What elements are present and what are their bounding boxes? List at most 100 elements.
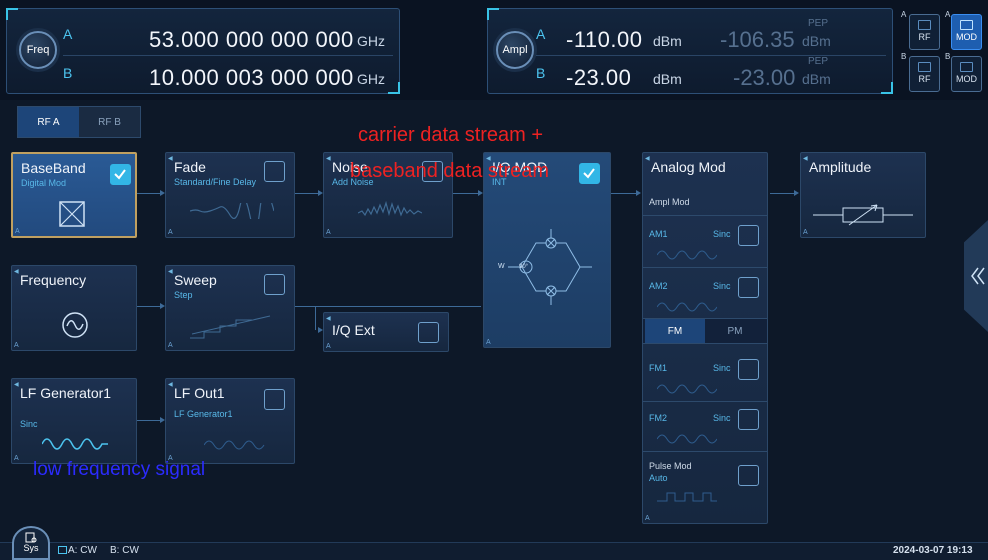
am1-checkbox[interactable] [738, 225, 759, 246]
fade-block[interactable]: ◀ Fade Standard/Fine Delay A [165, 152, 295, 238]
mod-b-corner: B [945, 52, 951, 61]
lf-generator-sub: Sinc [20, 419, 38, 429]
ampl-mod-label: Ampl Mod [649, 197, 690, 207]
rf-b-corner: B [901, 52, 907, 61]
corner-dot-icon: ◀ [326, 316, 331, 322]
frequency-block[interactable]: ◀ Frequency A [11, 265, 137, 351]
ampl-b-pep-unit: dBm [802, 71, 831, 87]
baseband-block[interactable]: BaseBand Digital Mod A [11, 152, 137, 238]
ampl-a-pep-unit: dBm [802, 33, 831, 49]
sine-wave-icon [204, 440, 265, 450]
sine-wave-icon [657, 302, 717, 312]
fm1-value: Sinc [713, 363, 731, 373]
noise-signal-icon [358, 200, 422, 217]
lf-out-title: LF Out1 [174, 385, 225, 401]
divider [643, 451, 767, 452]
freq-b-value[interactable]: 10.000 003 000 000 [149, 65, 354, 91]
pulse-wave-icon [657, 492, 717, 502]
rf-b-button[interactable]: RF [909, 56, 940, 92]
pulse-mod-value: Auto [649, 473, 668, 483]
sine-wave-icon [657, 384, 717, 394]
amplitude-panel[interactable]: Ampl A B -110.00 dBm -106.35 PEP dBm -23… [487, 8, 893, 94]
annotation-lf-signal: low frequency signal [33, 459, 206, 480]
iq-ext-block[interactable]: ◀ I/Q Ext A [323, 312, 449, 352]
fade-title: Fade [174, 159, 206, 175]
arrow-icon [794, 190, 799, 196]
fading-signal-icon [190, 203, 274, 219]
status-channel-b: B: CW [110, 545, 139, 556]
amplitude-block[interactable]: ◀ Amplitude A [800, 152, 926, 238]
wire [315, 306, 316, 330]
wire [295, 306, 481, 307]
divider [643, 215, 767, 216]
baseband-sub: Digital Mod [21, 178, 67, 188]
lf-out-block[interactable]: ◀ LF Out1 LF Generator1 A [165, 378, 295, 464]
wire [611, 193, 639, 194]
am2-value: Sinc [713, 281, 731, 291]
analog-mod-block[interactable]: ◀ Analog Mod Ampl Mod AM1 Sinc AM2 Sinc … [642, 152, 768, 524]
sine-wave-icon [657, 250, 717, 260]
tab-fm[interactable]: FM [645, 319, 705, 343]
corner-dot-icon: ◀ [645, 156, 650, 162]
iq-ext-checkbox[interactable] [418, 322, 439, 343]
rf-tabs: RF A RF B [17, 106, 141, 138]
frequency-title: Frequency [20, 272, 87, 288]
fade-checkbox[interactable] [264, 161, 285, 182]
iq-mod-checkbox[interactable] [579, 163, 600, 184]
corner-dot-icon: ◀ [168, 156, 173, 162]
frequency-panel[interactable]: Freq A B 53.000 000 000 000 GHz 10.000 0… [6, 8, 400, 94]
status-datetime: 2024-03-07 19:13 [893, 545, 973, 556]
fm1-checkbox[interactable] [738, 359, 759, 380]
pulse-mod-label: Pulse Mod [649, 461, 692, 471]
rf-a-label: RF [918, 32, 931, 42]
corner-dot-icon: ◀ [168, 382, 173, 388]
baseband-checkbox[interactable] [110, 164, 131, 185]
lf-generator-block[interactable]: ◀ LF Generator1 Sinc A [11, 378, 137, 464]
corner-dot-icon: ◀ [326, 156, 331, 162]
analog-mod-title: Analog Mod [651, 159, 726, 175]
ampl-knob[interactable]: Ampl [496, 31, 534, 69]
ampl-a-pep-value: -106.35 [720, 27, 795, 52]
ampl-a-value[interactable]: -110.00 [566, 27, 642, 53]
lf-out-checkbox[interactable] [264, 389, 285, 410]
tab-pm[interactable]: PM [705, 319, 765, 343]
freq-divider [63, 55, 393, 56]
corner-dot-icon: ◀ [14, 269, 19, 275]
pulse-mod-checkbox[interactable] [738, 465, 759, 486]
freq-a-value[interactable]: 53.000 000 000 000 [149, 27, 354, 53]
corner-a-icon: A [168, 342, 173, 349]
mod-b-button[interactable]: MOD [951, 56, 982, 92]
status-bar [0, 542, 988, 560]
tab-rf-a[interactable]: RF A [18, 107, 79, 137]
fm-pm-tabs: FM PM [643, 318, 767, 344]
freq-knob[interactable]: Freq [19, 31, 57, 69]
iq-modulator-diagram-icon [508, 229, 592, 305]
double-chevron-left-icon [971, 267, 985, 285]
am1-label: AM1 [649, 229, 668, 239]
corner-a-icon: A [326, 229, 331, 236]
sweep-checkbox[interactable] [264, 274, 285, 295]
corner-a-icon: A [168, 229, 173, 236]
monitor-icon [960, 62, 973, 72]
sys-button[interactable]: Sys [12, 526, 50, 560]
arrow-icon [636, 190, 641, 196]
ampl-b-value[interactable]: -23.00 [566, 65, 631, 91]
attenuator-icon [813, 204, 913, 226]
freq-b-label: B [63, 65, 73, 81]
divider [643, 401, 767, 402]
tab-rf-b[interactable]: RF B [79, 107, 140, 137]
ampl-b-unit: dBm [653, 71, 682, 87]
amplitude-title: Amplitude [809, 159, 872, 175]
fm2-checkbox[interactable] [738, 409, 759, 430]
corner-dot-icon: ◀ [14, 382, 19, 388]
ampl-a-label: A [536, 26, 546, 42]
oscillator-icon [62, 312, 88, 338]
mod-a-label: MOD [956, 32, 977, 42]
iq-ext-title: I/Q Ext [332, 322, 375, 338]
am2-checkbox[interactable] [738, 277, 759, 298]
sweep-block[interactable]: ◀ Sweep Step A [165, 265, 295, 351]
settings-doc-icon [25, 532, 37, 543]
mod-a-button[interactable]: MOD [951, 14, 982, 50]
rf-a-button[interactable]: RF [909, 14, 940, 50]
iq-w-label: W [498, 263, 505, 270]
